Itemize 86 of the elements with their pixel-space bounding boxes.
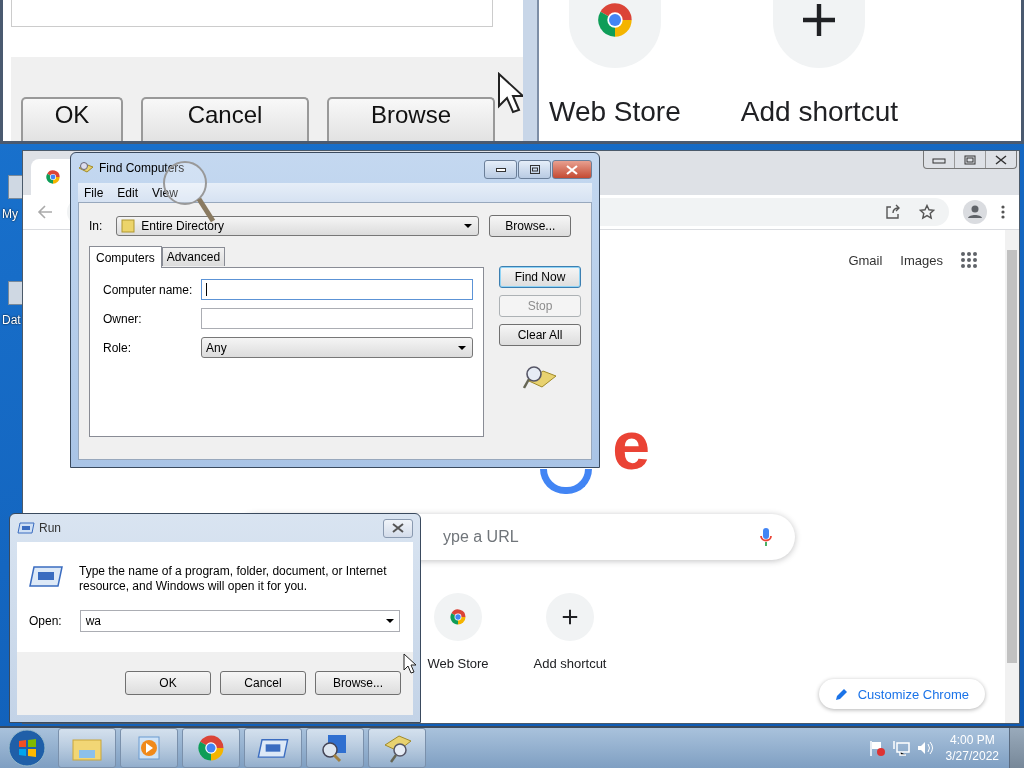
caret-icon xyxy=(385,619,394,623)
minimize-button[interactable] xyxy=(484,160,517,179)
restore-icon xyxy=(964,154,976,165)
close-button[interactable] xyxy=(552,160,592,179)
field-label: Open: xyxy=(29,614,62,628)
magnified-button[interactable]: Browse xyxy=(327,97,495,141)
run-icon xyxy=(257,737,289,759)
maximize-button[interactable] xyxy=(518,160,551,179)
pencil-icon xyxy=(834,687,848,701)
taskbar-button[interactable] xyxy=(182,728,240,768)
field-label: Computer name: xyxy=(103,282,194,297)
show-desktop-button[interactable] xyxy=(1009,728,1024,768)
minimize-icon xyxy=(932,155,946,164)
menu-item[interactable]: File xyxy=(84,185,104,200)
directory-icon xyxy=(121,219,136,233)
chrome-logo-icon xyxy=(45,169,61,185)
tab[interactable]: Computers xyxy=(89,246,162,268)
shortcut-tile[interactable] xyxy=(546,593,594,641)
volume-icon[interactable] xyxy=(915,739,934,757)
action-center-flag-icon[interactable] xyxy=(867,739,886,757)
dialog-button[interactable]: Cancel xyxy=(220,671,306,695)
action-button[interactable]: Clear All xyxy=(499,324,581,346)
cursor-icon xyxy=(497,72,523,114)
clock-time: 4:00 PM xyxy=(949,732,995,748)
share-icon[interactable] xyxy=(885,204,901,220)
minimize-icon xyxy=(495,167,506,172)
close-icon xyxy=(995,154,1007,165)
instruction-text: Type the name of a program, folder, document, or Internet resource, and Windows will open it for you. xyxy=(79,564,388,594)
field-label: Role: xyxy=(103,340,132,355)
search-animation-icon xyxy=(523,363,557,391)
header-link[interactable]: Images xyxy=(900,252,943,268)
scrollbar[interactable] xyxy=(1005,230,1019,723)
browse-button[interactable]: Browse... xyxy=(489,215,572,237)
scope-dropdown[interactable]: Entire Directory xyxy=(116,216,480,236)
taskbar-button[interactable] xyxy=(368,728,426,768)
logo-letter: e xyxy=(612,414,650,476)
clock-date: 3/27/2022 xyxy=(945,748,999,764)
caret-icon xyxy=(458,345,466,350)
run-icon xyxy=(29,564,63,588)
input-field[interactable] xyxy=(201,279,473,300)
shortcut-label[interactable]: Add shortcut xyxy=(533,656,607,671)
magnified-button[interactable]: OK xyxy=(21,97,123,141)
run-icon xyxy=(17,521,35,535)
window-title: Find Computers xyxy=(99,161,185,175)
back-icon[interactable] xyxy=(37,204,53,220)
open-combobox[interactable]: wa xyxy=(79,610,400,632)
media-player-icon xyxy=(135,734,163,762)
start-button[interactable] xyxy=(8,729,46,767)
input-field[interactable] xyxy=(201,308,473,329)
field-label: Owner: xyxy=(103,311,143,326)
profile-icon[interactable] xyxy=(963,200,987,224)
chrome-logo-icon xyxy=(196,733,226,763)
shortcut-label: Web Store xyxy=(549,96,681,128)
field-label: In: xyxy=(89,219,103,233)
close-icon xyxy=(392,523,404,533)
menu-item[interactable]: View xyxy=(152,185,178,200)
shortcut-tile[interactable] xyxy=(434,593,482,641)
menu-icon[interactable] xyxy=(1001,205,1005,219)
chrome-logo-icon xyxy=(449,608,467,626)
apps-grid-icon[interactable] xyxy=(961,252,977,268)
desktop-icon-label: Dat xyxy=(1,313,21,327)
desktop-icon-label: My xyxy=(1,207,18,221)
shortcut-label: Add shortcut xyxy=(740,96,898,128)
header-link[interactable]: Gmail xyxy=(848,252,883,268)
star-icon[interactable] xyxy=(919,204,935,220)
close-button[interactable] xyxy=(383,518,413,538)
action-button[interactable]: Find Now xyxy=(499,266,581,288)
caret-icon xyxy=(464,224,473,228)
window-title: Run xyxy=(39,521,61,535)
taskbar-button[interactable] xyxy=(120,728,178,768)
restore-icon xyxy=(529,165,540,174)
shortcut-label[interactable]: Web Store xyxy=(427,656,489,671)
magnified-button[interactable]: Cancel xyxy=(141,97,309,141)
dialog-button[interactable]: Browse... xyxy=(315,671,401,695)
menu-item[interactable]: Edit xyxy=(117,185,139,200)
search-field[interactable]: ype a URL xyxy=(233,514,795,560)
taskbar-button[interactable] xyxy=(306,728,364,768)
taskbar-button[interactable] xyxy=(244,728,302,768)
microphone-icon[interactable] xyxy=(759,527,773,547)
taskbar-button[interactable] xyxy=(58,728,116,768)
close-icon xyxy=(566,164,578,175)
plus-icon xyxy=(561,608,579,626)
role-dropdown[interactable]: Any xyxy=(201,337,473,358)
tab[interactable]: Advanced xyxy=(161,247,226,266)
dialog-button[interactable]: OK xyxy=(125,671,211,695)
customize-button[interactable]: Customize Chrome xyxy=(818,679,985,709)
